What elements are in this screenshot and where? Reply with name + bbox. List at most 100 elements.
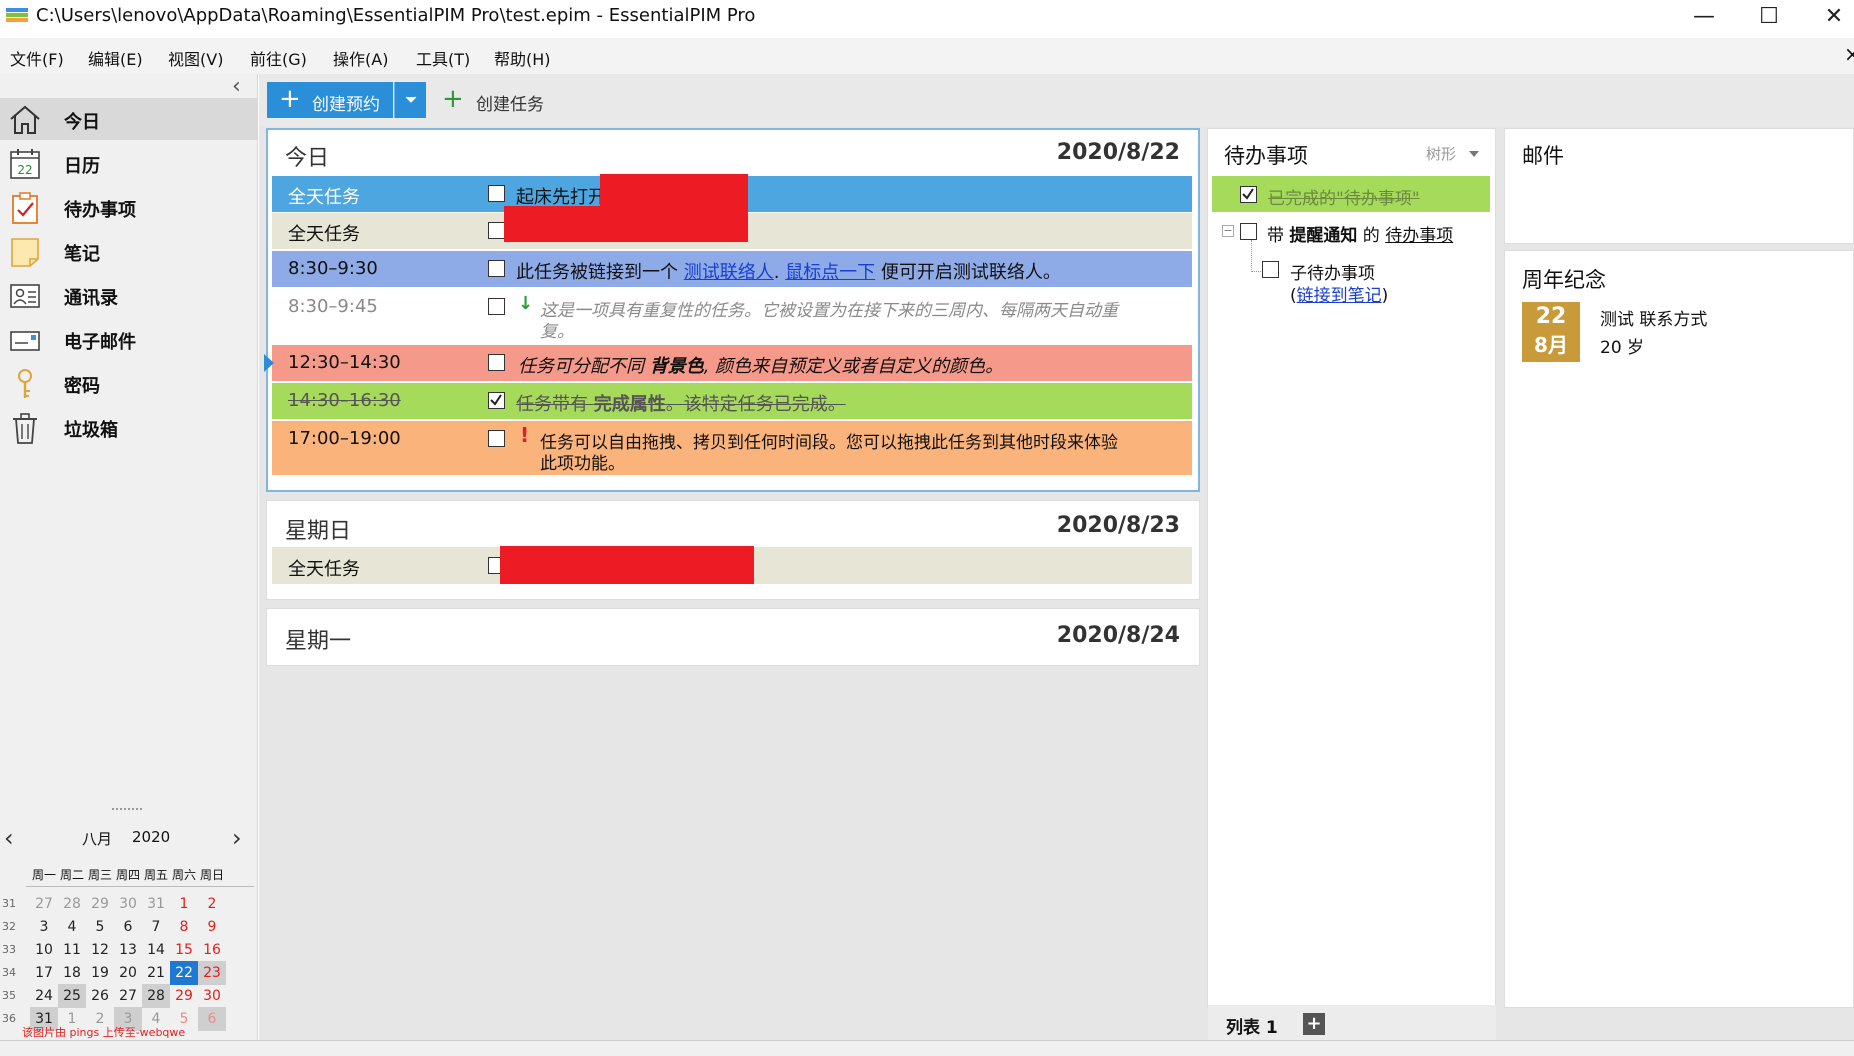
calendar-day[interactable]: 3: [30, 915, 58, 939]
calendar-day[interactable]: 12: [86, 938, 114, 962]
sidebar-collapse-icon[interactable]: ‹: [232, 74, 241, 99]
task-row[interactable]: 17:00–19:00 ! 任务可以自由拖拽、拷贝到任何时间段。您可以拖拽此任务…: [272, 421, 1192, 475]
calendar-day[interactable]: 5: [86, 915, 114, 939]
task-row[interactable]: 8:30–9:30 此任务被链接到一个 测试联络人. 鼠标点一下 便可开启测试联…: [272, 251, 1192, 287]
calendar-day[interactable]: 16: [198, 938, 226, 962]
calendar-day[interactable]: 21: [142, 961, 170, 985]
calendar-day[interactable]: 19: [86, 961, 114, 985]
calendar-day[interactable]: 29: [170, 984, 198, 1008]
calendar-day[interactable]: 23: [198, 961, 226, 985]
calendar-day[interactable]: 10: [30, 938, 58, 962]
calendar-day[interactable]: 1: [170, 892, 198, 916]
calendar-day[interactable]: 14: [142, 938, 170, 962]
calendar-day[interactable]: 27: [30, 892, 58, 916]
calendar-day[interactable]: 18: [58, 961, 86, 985]
menu-file[interactable]: 文件(F): [10, 46, 64, 70]
menu-action[interactable]: 操作(A): [333, 46, 388, 70]
calendar-day[interactable]: 2: [198, 892, 226, 916]
menu-close-icon[interactable]: ×: [1844, 42, 1854, 66]
todo-item[interactable]: 带 提醒通知 的 待办事项: [1240, 216, 1500, 248]
calendar-day[interactable]: 29: [86, 892, 114, 916]
todo-checkbox[interactable]: [1240, 223, 1257, 240]
collapse-icon[interactable]: −: [1222, 225, 1234, 237]
menu-tools[interactable]: 工具(T): [416, 46, 470, 70]
task-checkbox[interactable]: [488, 392, 505, 409]
maximize-button[interactable]: ☐: [1741, 0, 1797, 32]
calendar-day[interactable]: 13: [114, 938, 142, 962]
todo-text-link[interactable]: 待办事项: [1385, 226, 1453, 246]
calendar-day[interactable]: 24: [30, 984, 58, 1008]
sidebar-item-calendar[interactable]: 22 日历: [0, 142, 257, 184]
create-appointment-dropdown[interactable]: [394, 82, 426, 118]
calendar-day[interactable]: 6: [198, 1007, 226, 1031]
anniversary-contact[interactable]: 测试 联系方式: [1600, 305, 1707, 330]
calendar-day[interactable]: 20: [114, 961, 142, 985]
add-list-icon[interactable]: +: [1303, 1013, 1325, 1035]
calendar-day[interactable]: 26: [86, 984, 114, 1008]
minimize-button[interactable]: —: [1676, 0, 1732, 32]
todo-view-select[interactable]: 树形: [1426, 143, 1456, 164]
task-checkbox[interactable]: [488, 298, 505, 315]
sidebar-item-todo[interactable]: 待办事项: [0, 186, 257, 228]
task-row[interactable]: 8:30–9:45 ↓ 这是一项具有重复性的任务。它被设置为在接下来的三周内、每…: [272, 289, 1192, 343]
calendar-day[interactable]: 15: [170, 938, 198, 962]
task-row[interactable]: 14:30–16:30 任务带有 完成属性。该特定任务已完成。: [272, 383, 1192, 419]
click-link[interactable]: 鼠标点一下: [785, 262, 875, 283]
sidebar-item-email[interactable]: 电子邮件: [0, 318, 257, 360]
calendar-day[interactable]: 30: [114, 892, 142, 916]
calendar-icon: 22: [10, 149, 40, 179]
menu-view[interactable]: 视图(V): [168, 46, 223, 70]
todo-item[interactable]: 已完成的"待办事项": [1212, 176, 1490, 212]
prev-month-icon[interactable]: ‹: [4, 824, 14, 852]
task-checkbox[interactable]: [488, 185, 505, 202]
task-checkbox[interactable]: [488, 354, 505, 371]
home-icon: [10, 105, 40, 134]
calendar-day[interactable]: 28: [58, 892, 86, 916]
todo-checkbox[interactable]: [1240, 186, 1257, 203]
sidebar-item-label: 今日: [64, 112, 100, 133]
week-number: 31: [2, 897, 16, 910]
today-date[interactable]: 2020/8/22: [990, 140, 1180, 165]
menu-edit[interactable]: 编辑(E): [88, 46, 143, 70]
task-row[interactable]: 12:30–14:30 任务可分配不同 背景色, 颜色来自预定义或者自定义的颜色…: [272, 345, 1192, 381]
task-checkbox[interactable]: [488, 222, 505, 239]
calendar-day[interactable]: 28: [142, 984, 170, 1008]
calendar-day[interactable]: 22: [170, 961, 198, 985]
sidebar-item-notes[interactable]: 笔记: [0, 230, 257, 272]
menu-help[interactable]: 帮助(H): [494, 46, 551, 70]
minical-year[interactable]: 2020: [132, 828, 170, 846]
sunday-date[interactable]: 2020/8/23: [990, 513, 1180, 538]
sidebar-item-contacts[interactable]: 通讯录: [0, 274, 257, 316]
todo-subitem[interactable]: 子待办事项 (链接到笔记): [1262, 254, 1492, 306]
sidebar-item-today[interactable]: 今日: [0, 98, 257, 140]
close-button[interactable]: ✕: [1806, 0, 1854, 32]
task-checkbox[interactable]: [488, 430, 505, 447]
todo-checkbox[interactable]: [1262, 261, 1279, 278]
note-link[interactable]: 链接到笔记: [1297, 286, 1382, 306]
contact-link[interactable]: 测试联络人: [684, 262, 774, 283]
calendar-day[interactable]: 11: [58, 938, 86, 962]
calendar-day[interactable]: 8: [170, 915, 198, 939]
calendar-day[interactable]: 30: [198, 984, 226, 1008]
task-checkbox[interactable]: [488, 260, 505, 277]
calendar-day[interactable]: 17: [30, 961, 58, 985]
calendar-day[interactable]: 25: [58, 984, 86, 1008]
calendar-day[interactable]: 7: [142, 915, 170, 939]
sidebar-item-passwords[interactable]: 密码: [0, 362, 257, 404]
monday-date[interactable]: 2020/8/24: [990, 623, 1180, 648]
calendar-day[interactable]: 6: [114, 915, 142, 939]
chevron-down-icon[interactable]: [1469, 151, 1479, 157]
calendar-day[interactable]: 4: [58, 915, 86, 939]
menu-go[interactable]: 前往(G): [250, 46, 307, 70]
tab-list-1[interactable]: 列表 1: [1226, 1013, 1278, 1038]
create-appointment-button[interactable]: + 创建预约: [267, 82, 393, 118]
splitter-handle[interactable]: [112, 808, 142, 811]
sidebar-item-trash[interactable]: 垃圾箱: [0, 406, 257, 448]
calendar-day[interactable]: 27: [114, 984, 142, 1008]
calendar-day[interactable]: 31: [142, 892, 170, 916]
minical-month[interactable]: 八月: [82, 828, 112, 849]
next-month-icon[interactable]: ›: [232, 824, 242, 852]
create-task-button[interactable]: + 创建任务: [442, 82, 562, 118]
current-time-marker-icon: [264, 354, 274, 372]
calendar-day[interactable]: 9: [198, 915, 226, 939]
